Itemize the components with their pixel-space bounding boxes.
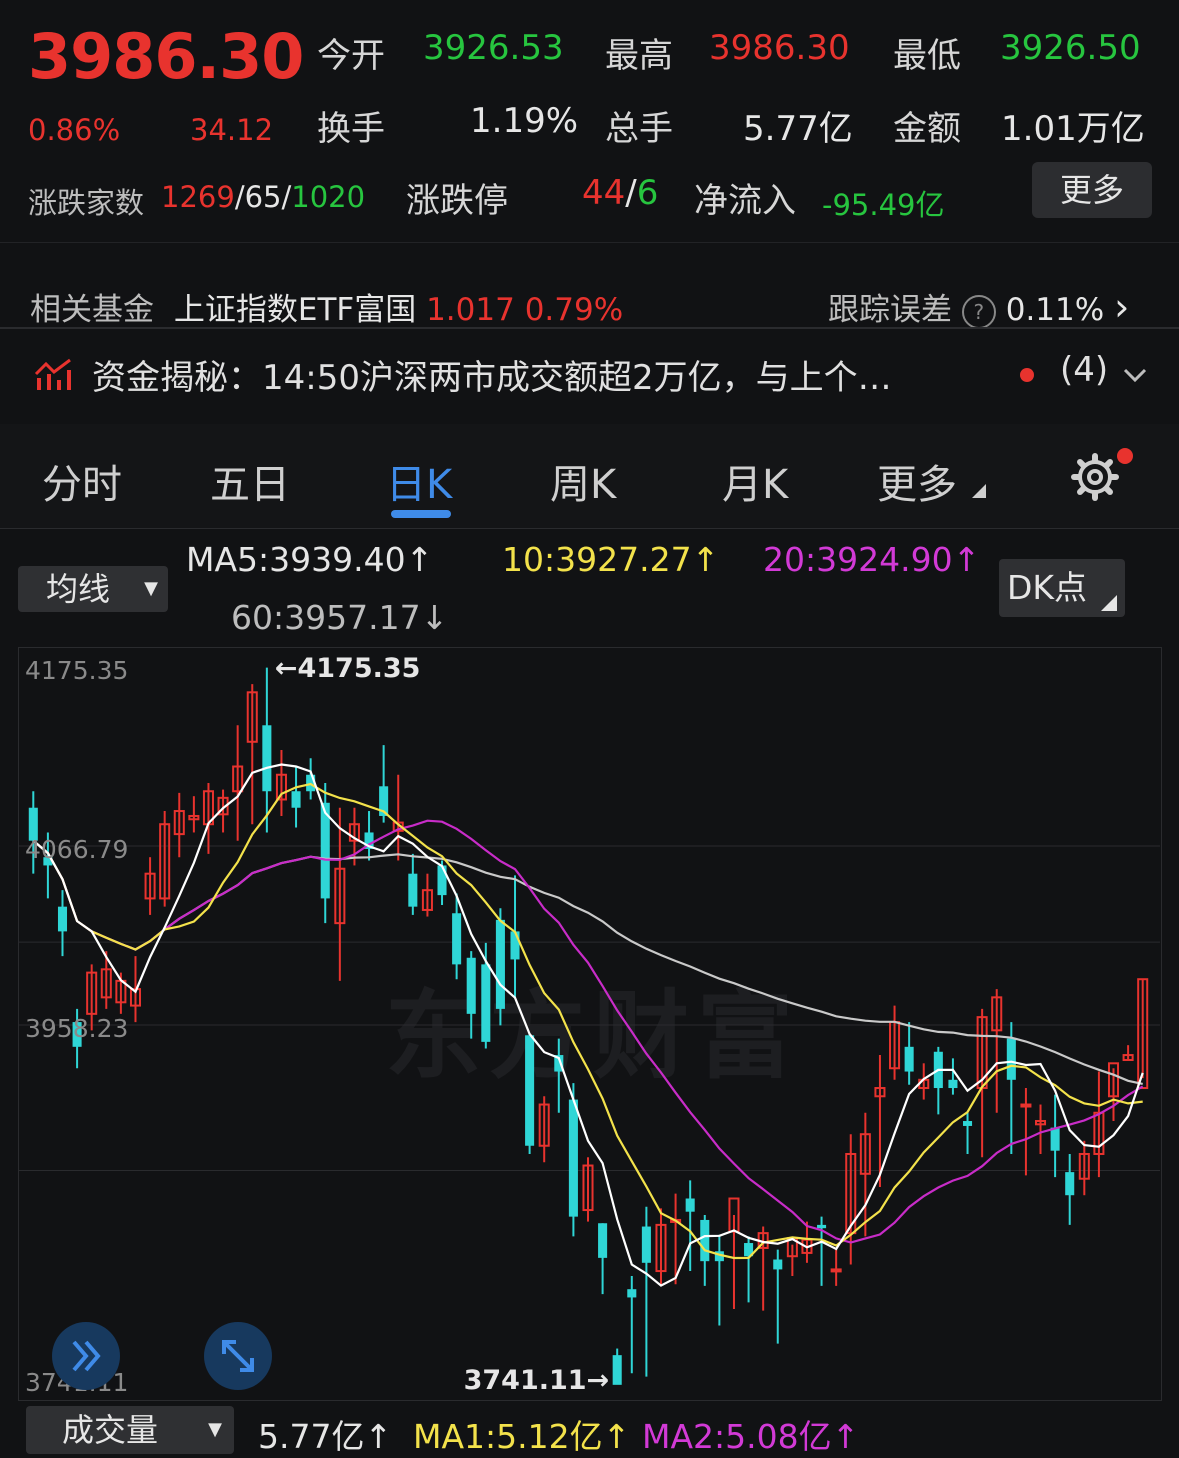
candle-down — [466, 957, 476, 1014]
candle-up — [830, 1268, 842, 1273]
candle-down — [57, 906, 68, 932]
candle-down — [700, 1219, 710, 1262]
candle-down — [963, 1121, 973, 1126]
candle-down — [948, 1079, 958, 1089]
candle-down — [262, 725, 272, 792]
y-axis-label: 4175.35 — [25, 656, 128, 685]
candle-down — [1050, 1127, 1060, 1151]
candle-down — [641, 1226, 651, 1263]
expand-arrows-icon — [222, 1340, 254, 1372]
min-price-annotation: 3741.11→ — [464, 1365, 610, 1396]
indicator-dropdown-label: 成交量 — [62, 1411, 159, 1449]
candle-down — [1065, 1172, 1075, 1196]
double-chevron-icon — [72, 1340, 101, 1372]
candle-down — [291, 791, 301, 808]
volume-ma2: MA2:5.08亿↑ — [642, 1417, 860, 1456]
candle-up — [1020, 1103, 1032, 1108]
caret-down-icon: ▼ — [208, 1419, 222, 1440]
candle-down — [1006, 1038, 1016, 1080]
candlestick-chart[interactable]: 4175.354066.793958.233741.11←4175.353741… — [0, 0, 1179, 1458]
candle-down — [452, 913, 462, 965]
y-axis-label: 4066.79 — [25, 835, 128, 864]
candle-down — [904, 1046, 914, 1072]
volume-today: 5.77亿↑ — [258, 1417, 393, 1456]
candle-down — [568, 1099, 578, 1217]
expand-left-button[interactable] — [52, 1322, 120, 1390]
candle-down — [437, 865, 447, 896]
candle-down — [612, 1355, 622, 1385]
candle-down — [481, 964, 491, 1042]
y-axis-label: 3958.23 — [25, 1014, 128, 1043]
volume-ma1: MA1:5.12亿↑ — [413, 1417, 631, 1456]
candle-down — [598, 1223, 608, 1258]
candle-down — [510, 931, 520, 960]
candle-down — [817, 1224, 827, 1229]
indicator-dropdown[interactable]: 成交量 ▼ — [26, 1406, 234, 1454]
candle-down — [773, 1259, 783, 1270]
candle-down — [685, 1198, 695, 1212]
candle-down — [495, 919, 505, 1009]
fullscreen-button[interactable] — [204, 1322, 272, 1390]
max-price-annotation: ←4175.35 — [275, 653, 421, 684]
candle-down — [525, 1035, 535, 1146]
candle-down — [627, 1289, 637, 1298]
candle-down — [408, 873, 418, 907]
